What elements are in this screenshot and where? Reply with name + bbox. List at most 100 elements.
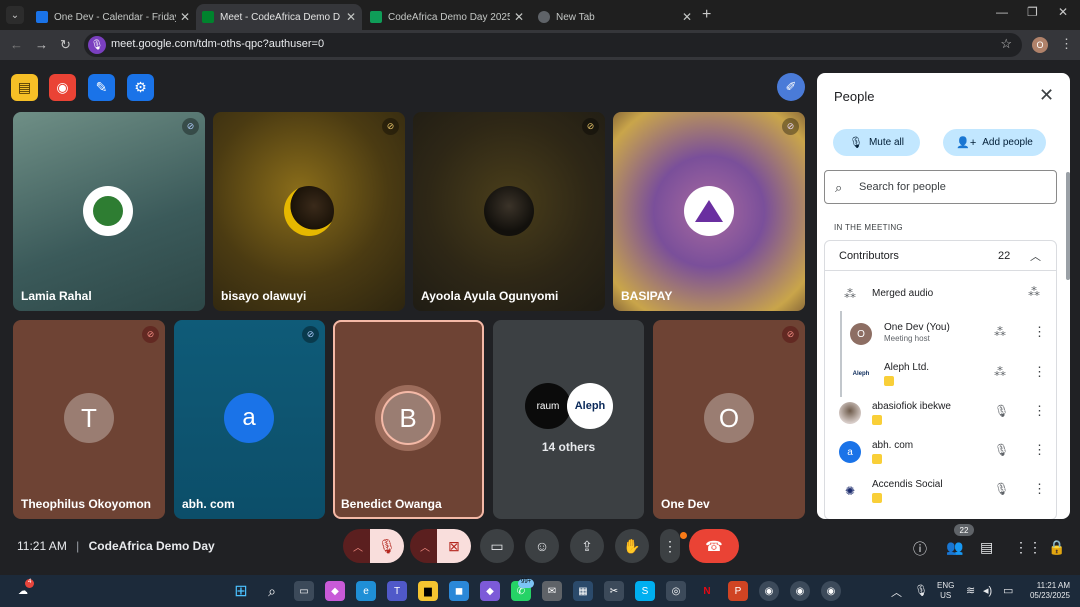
powerpoint-icon[interactable]: P [728,581,748,601]
chrome-profile-icon[interactable]: ◉ [790,581,810,601]
recording-icon[interactable]: ◉ [49,74,76,101]
merged-audio-icon: ⁂ [844,287,856,301]
participant-tile[interactable]: ⊘ Lamia Rahal [13,112,205,311]
maximize-icon[interactable]: ❐ [1027,5,1038,19]
others-tile[interactable]: raum Aleph 14 others [493,320,644,519]
game-bar-icon[interactable]: ◎ [666,581,686,601]
close-panel-icon[interactable]: ✕ [1039,85,1054,106]
address-bar[interactable]: 🎙 meet.google.com/tdm-oths-qpc?authuser=… [84,33,1022,57]
close-tab-icon[interactable]: ✕ [514,10,524,24]
meet-favicon-icon [202,11,214,23]
closed-captions-off-icon[interactable]: ▤ [11,74,38,101]
edge-icon[interactable]: e [356,581,376,601]
close-tab-icon[interactable]: ✕ [682,10,692,24]
tab-meet[interactable]: Meet - CodeAfrica Demo D ✕ [196,4,362,30]
search-icon[interactable]: ⌕ [262,581,282,601]
whiteboard-pen-icon[interactable]: ✐ [777,73,805,101]
profile-avatar[interactable]: O [1032,37,1048,53]
participant-tile[interactable]: a ⊘ abh. com [174,320,325,519]
participant-avatar: O [704,393,754,443]
add-people-button[interactable]: 👤+ Add people [943,129,1046,156]
battery-icon[interactable]: ▭ [1003,584,1013,597]
snipping-tool-icon[interactable]: ✂ [604,581,624,601]
present-button[interactable]: ⇪ [570,529,604,563]
contributors-count: 22 [998,250,1011,262]
new-tab-plus-icon[interactable]: + [702,6,711,24]
more-options-icon[interactable]: ⋮ [1033,481,1046,497]
windows-start-icon[interactable]: ⊞ [231,581,251,601]
participant-tile[interactable]: O ⊘ One Dev [653,320,805,519]
participant-tile[interactable]: ⊘ bisayo olawuyi [213,112,405,311]
taskbar-clock[interactable]: 11:21 AM 05/23/2025 [1022,581,1070,601]
more-options-icon[interactable]: ⋮ [1033,403,1046,419]
more-options-button[interactable]: ⋮ [660,529,680,563]
calendar-app-icon[interactable]: ▦ [573,581,593,601]
more-options-icon[interactable]: ⋮ [1033,364,1046,380]
mute-all-button[interactable]: 🎙 Mute all [833,129,920,156]
copilot-icon[interactable]: ◆ [325,581,345,601]
window-close-icon[interactable]: ✕ [1058,5,1068,19]
leave-call-button[interactable]: ☎ [689,529,739,563]
chrome-profile-2-icon[interactable]: ◉ [821,581,841,601]
search-people-field[interactable]: ⌕ [824,170,1057,204]
video-options-chevron-icon[interactable]: ︿ [410,529,440,563]
muted-mic-icon: ⊘ [302,326,319,343]
url-text[interactable]: meet.google.com/tdm-oths-qpc?authuser=0 [111,38,324,50]
notes-icon[interactable]: ✎ [88,74,115,101]
captions-button[interactable]: ▭ [480,529,514,563]
volume-icon[interactable]: ◂) [983,584,992,597]
chat-icon[interactable]: ▤ [980,539,993,556]
skype-icon[interactable]: S [635,581,655,601]
language-indicator[interactable]: ENG US [937,581,954,601]
unmerge-audio-icon[interactable]: ⁂ [1028,285,1040,299]
forward-arrow-icon[interactable]: → [35,37,48,52]
chrome-menu-icon[interactable]: ⋮ [1060,36,1073,52]
tab-sheets[interactable]: CodeAfrica Demo Day 2025 - F ✕ [364,4,530,30]
close-tab-icon[interactable]: ✕ [180,10,190,24]
hand-icon: ✋ [623,537,641,554]
show-hidden-icons-chevron-icon[interactable]: ︿ [891,584,902,600]
search-input[interactable] [859,177,1049,197]
close-tab-icon[interactable]: ✕ [346,10,356,24]
chevron-up-icon[interactable]: ︿ [1030,248,1041,264]
store-icon[interactable]: ◼ [449,581,469,601]
activities-icon[interactable]: ⋮⋮ [1014,539,1042,556]
host-controls-icon[interactable]: ⚙ [127,74,154,101]
chrome-icon[interactable]: ◉ [759,581,779,601]
panel-scrollbar[interactable] [1066,172,1070,280]
reload-icon[interactable]: ↻ [60,37,71,53]
list-item: abasiofiok ibekwe 🎙 ⋮ [825,394,1056,432]
teams-icon[interactable]: T [387,581,407,601]
tab-new-tab[interactable]: New Tab ✕ [532,4,698,30]
more-options-icon[interactable]: ⋮ [1033,324,1046,340]
participant-tile[interactable]: ⊘ Ayoola Ayula Ogunyomi [413,112,605,311]
people-icon[interactable]: 👥 [946,539,963,556]
participant-avatar [839,402,861,424]
reactions-button[interactable]: ☺ [525,529,559,563]
mail-icon[interactable]: ✉ [542,581,562,601]
site-info-mic-icon[interactable]: 🎙 [88,36,106,54]
tab-calendar[interactable]: One Dev - Calendar - Friday, M ✕ [30,4,196,30]
participant-tile[interactable]: T ⊘ Theophilus Okoyomon [13,320,165,519]
host-controls-lock-icon[interactable]: 🔒 [1048,539,1065,556]
file-explorer-icon[interactable]: ▆ [418,581,438,601]
wifi-icon[interactable]: ≋ [966,584,975,597]
mic-toggle-button[interactable]: 🎙 [370,529,404,563]
meeting-details-icon[interactable]: ⓘ [913,539,927,559]
microphone-tray-icon[interactable]: 🎙 [914,584,928,597]
minimize-icon[interactable]: — [996,5,1008,19]
tab-search-chevron-icon[interactable]: ⌄ [6,6,24,24]
netflix-icon[interactable]: N [697,581,717,601]
bookmark-star-icon[interactable]: ☆ [1000,36,1012,52]
more-options-icon[interactable]: ⋮ [1033,442,1046,458]
audio-options-chevron-icon[interactable]: ︿ [343,529,373,563]
guest-badge-icon [872,493,882,503]
back-arrow-icon[interactable]: ← [10,37,23,52]
task-view-icon[interactable]: ▭ [294,581,314,601]
contributors-header[interactable]: Contributors 22 ︿ [825,241,1056,271]
raise-hand-button[interactable]: ✋ [615,529,649,563]
copilot-app-icon[interactable]: ◆ [480,581,500,601]
participant-tile-active-speaker[interactable]: B Benedict Owanga [333,320,484,519]
participant-tile[interactable]: ⊘ BASIPAY [613,112,805,311]
camera-toggle-button[interactable]: ⊠ [437,529,471,563]
